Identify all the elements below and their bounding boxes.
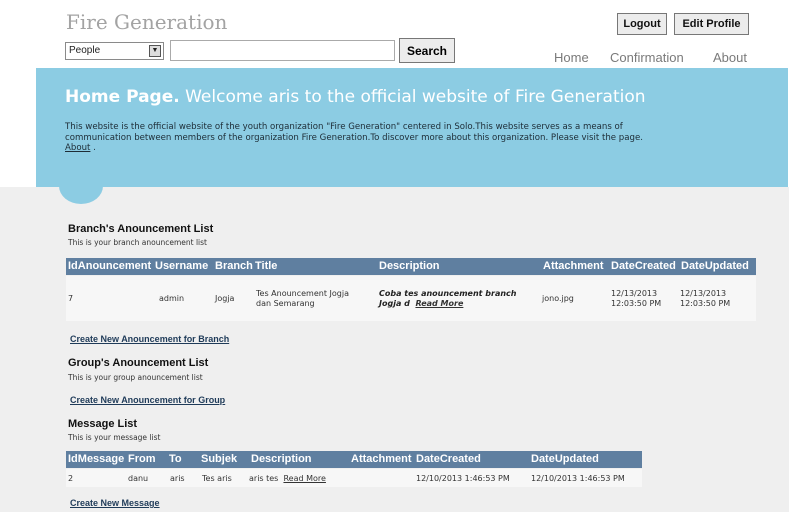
about-link[interactable]: About	[65, 143, 90, 153]
search-category-value: People	[69, 45, 101, 56]
nav-about[interactable]: About	[713, 50, 747, 65]
cell-date-created: 12/13/2013 12:03:50 PM	[611, 289, 661, 309]
group-section-title: Group's Anouncement List	[68, 357, 209, 369]
table-row: 2 danu aris Tes aris aris tes Read More …	[66, 469, 642, 487]
col-header: DateUpdated	[681, 260, 749, 272]
cell-attachment: jono.jpg	[542, 294, 574, 303]
message-table-header: IdMessage From To Subjek Description Att…	[66, 451, 642, 468]
col-header: Username	[155, 260, 209, 272]
read-more-link[interactable]: Read More	[283, 474, 325, 483]
col-header: DateCreated	[416, 453, 481, 465]
col-header: Description	[379, 260, 440, 272]
cell-updated-date: 12/13/2013	[680, 289, 727, 298]
col-header: Branch	[215, 260, 253, 272]
table-row: 7 admin Jogja Tes Anouncement Jogja dan S…	[66, 276, 756, 321]
col-header: Attachment	[543, 260, 604, 272]
cell-title-line2: dan Semarang	[256, 299, 315, 308]
cell-desc-line2: Jogja d	[379, 299, 410, 308]
cell-description: Coba tes anouncement branch Jogja d Read …	[379, 289, 517, 309]
cell-created-time: 12:03:50 PM	[611, 299, 662, 308]
col-header: IdMessage	[68, 453, 125, 465]
col-header: DateCreated	[611, 260, 676, 272]
read-more-link[interactable]: Read More	[415, 299, 463, 308]
welcome-banner: Home Page. Welcome aris to the official …	[36, 68, 788, 187]
page-title: Home Page. Welcome aris to the official …	[65, 87, 646, 107]
logout-button[interactable]: Logout	[617, 13, 667, 35]
nav-home[interactable]: Home	[554, 50, 589, 65]
col-header: Title	[255, 260, 278, 272]
cell-branch: Jogja	[215, 294, 235, 303]
cell-subject: Tes aris	[202, 474, 232, 483]
search-button[interactable]: Search	[399, 38, 455, 63]
col-header: Attachment	[351, 453, 412, 465]
chevron-down-icon[interactable]: ▼	[149, 45, 161, 57]
create-message-link[interactable]: Create New Message	[70, 498, 160, 508]
col-header: Description	[251, 453, 312, 465]
cell-date-updated: 12/13/2013 12:03:50 PM	[680, 289, 730, 309]
cell-date-updated: 12/10/2013 1:46:53 PM	[531, 474, 625, 483]
group-section-subtitle: This is your group anouncement list	[68, 373, 203, 382]
message-section-title: Message List	[68, 418, 138, 430]
branch-section-subtitle: This is your branch anouncement list	[68, 238, 207, 247]
banner-text-line2: communication between members of the org…	[65, 132, 643, 143]
branch-table-header: IdAnouncement Username Branch Title Desc…	[66, 258, 756, 275]
site-title: Fire Generation	[66, 10, 228, 34]
banner-text-end: .	[90, 143, 96, 153]
branch-section-title: Branch's Anouncement List	[68, 223, 214, 235]
cell-to: aris	[170, 474, 185, 483]
cell-desc-text: aris tes	[249, 474, 279, 483]
cell-from: danu	[128, 474, 149, 483]
cell-description: aris tes Read More	[249, 474, 326, 484]
page-title-bold: Home Page.	[65, 87, 180, 107]
cell-title: Tes Anouncement Jogja dan Semarang	[256, 289, 349, 309]
col-header: From	[128, 453, 156, 465]
banner-description: This website is the official website of …	[65, 122, 765, 154]
create-group-announcement-link[interactable]: Create New Anouncement for Group	[70, 395, 225, 405]
message-section-subtitle: This is your message list	[68, 433, 161, 442]
search-category-select[interactable]: People ▼	[65, 42, 164, 60]
create-branch-announcement-link[interactable]: Create New Anouncement for Branch	[70, 334, 229, 344]
cell-title-line1: Tes Anouncement Jogja	[256, 289, 349, 298]
cell-date-created: 12/10/2013 1:46:53 PM	[416, 474, 510, 483]
edit-profile-button[interactable]: Edit Profile	[674, 13, 749, 35]
col-header: To	[169, 453, 182, 465]
cell-id: 7	[68, 294, 74, 303]
cell-created-date: 12/13/2013	[611, 289, 658, 298]
welcome-text: Welcome aris to the official website of …	[185, 87, 646, 107]
cell-username: admin	[159, 294, 185, 303]
col-header: Subjek	[201, 453, 238, 465]
col-header: IdAnouncement	[68, 260, 152, 272]
banner-text-line1: This website is the official website of …	[65, 122, 623, 132]
cell-updated-time: 12:03:50 PM	[680, 299, 731, 308]
search-input[interactable]	[170, 40, 395, 61]
col-header: DateUpdated	[531, 453, 599, 465]
cell-desc-line1: Coba tes anouncement branch	[379, 289, 517, 298]
nav-confirmation[interactable]: Confirmation	[610, 50, 684, 65]
cell-id: 2	[68, 474, 74, 483]
